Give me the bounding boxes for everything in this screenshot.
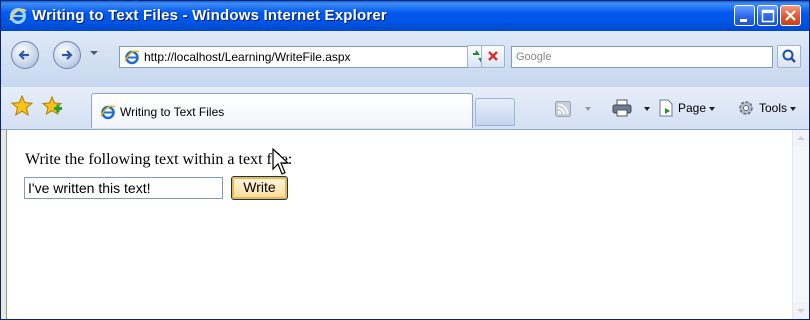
- tab-label: Writing to Text Files: [120, 105, 225, 119]
- back-icon: [18, 50, 29, 60]
- search-icon: [782, 49, 796, 63]
- close-button[interactable]: [780, 5, 801, 26]
- new-tab-button[interactable]: [475, 98, 515, 126]
- stop-icon: [488, 51, 498, 61]
- address-bar[interactable]: http://localhost/Learning/WriteFile.aspx: [119, 46, 496, 68]
- chevron-down-icon: [790, 106, 797, 111]
- tab-writing-to-text-files[interactable]: Writing to Text Files: [91, 93, 473, 128]
- page-icon: [659, 99, 673, 117]
- search-input[interactable]: Google: [511, 46, 773, 68]
- print-icon[interactable]: [612, 99, 632, 117]
- title-bar[interactable]: Writing to Text Files - Windows Internet…: [1, 1, 809, 31]
- rss-feed-icon[interactable]: [555, 101, 571, 117]
- recent-pages-dropdown[interactable]: [90, 51, 98, 55]
- vertical-scrollbar[interactable]: [792, 130, 809, 319]
- ie-icon: [100, 105, 116, 120]
- favorites-star-icon[interactable]: [11, 95, 33, 117]
- tools-menu-label: Tools: [759, 101, 788, 115]
- minimize-button[interactable]: [734, 5, 755, 26]
- search-placeholder: Google: [516, 51, 552, 63]
- add-favorites-icon[interactable]: [41, 95, 63, 117]
- ie-icon: [124, 50, 140, 65]
- mouse-cursor-icon: [272, 148, 290, 175]
- scroll-down-button[interactable]: [793, 302, 809, 319]
- page-content: Write the following text within a text f…: [6, 130, 793, 319]
- tab-bar: Writing to Text Files Page Tools: [1, 87, 809, 130]
- scroll-up-button[interactable]: [793, 130, 809, 147]
- print-dropdown[interactable]: [644, 107, 650, 111]
- forward-icon: [62, 50, 73, 60]
- text-input[interactable]: I've written this text!: [24, 177, 223, 199]
- tools-menu[interactable]: Tools: [759, 101, 797, 115]
- close-icon: [785, 10, 796, 21]
- page-menu-label: Page: [678, 101, 707, 115]
- feeds-dropdown[interactable]: [585, 107, 591, 111]
- maximize-icon: [761, 9, 775, 23]
- maximize-button[interactable]: [757, 5, 778, 26]
- stop-button[interactable]: [481, 45, 505, 68]
- navigation-bar: http://localhost/Learning/WriteFile.aspx…: [1, 31, 809, 88]
- ie-icon: [9, 8, 27, 24]
- page-menu[interactable]: Page: [678, 101, 716, 115]
- browser-window: Writing to Text Files - Windows Internet…: [0, 0, 810, 320]
- minimize-icon: [740, 19, 747, 22]
- window-title: Writing to Text Files - Windows Internet…: [32, 7, 387, 24]
- chevron-down-icon: [709, 106, 716, 111]
- search-button[interactable]: [777, 45, 801, 68]
- write-button[interactable]: Write: [231, 176, 288, 200]
- back-button[interactable]: [11, 41, 39, 69]
- forward-button[interactable]: [53, 41, 81, 69]
- address-url: http://localhost/Learning/WriteFile.aspx: [144, 50, 351, 64]
- prompt-text: Write the following text within a text f…: [25, 151, 293, 168]
- tools-gear-icon: [739, 101, 753, 115]
